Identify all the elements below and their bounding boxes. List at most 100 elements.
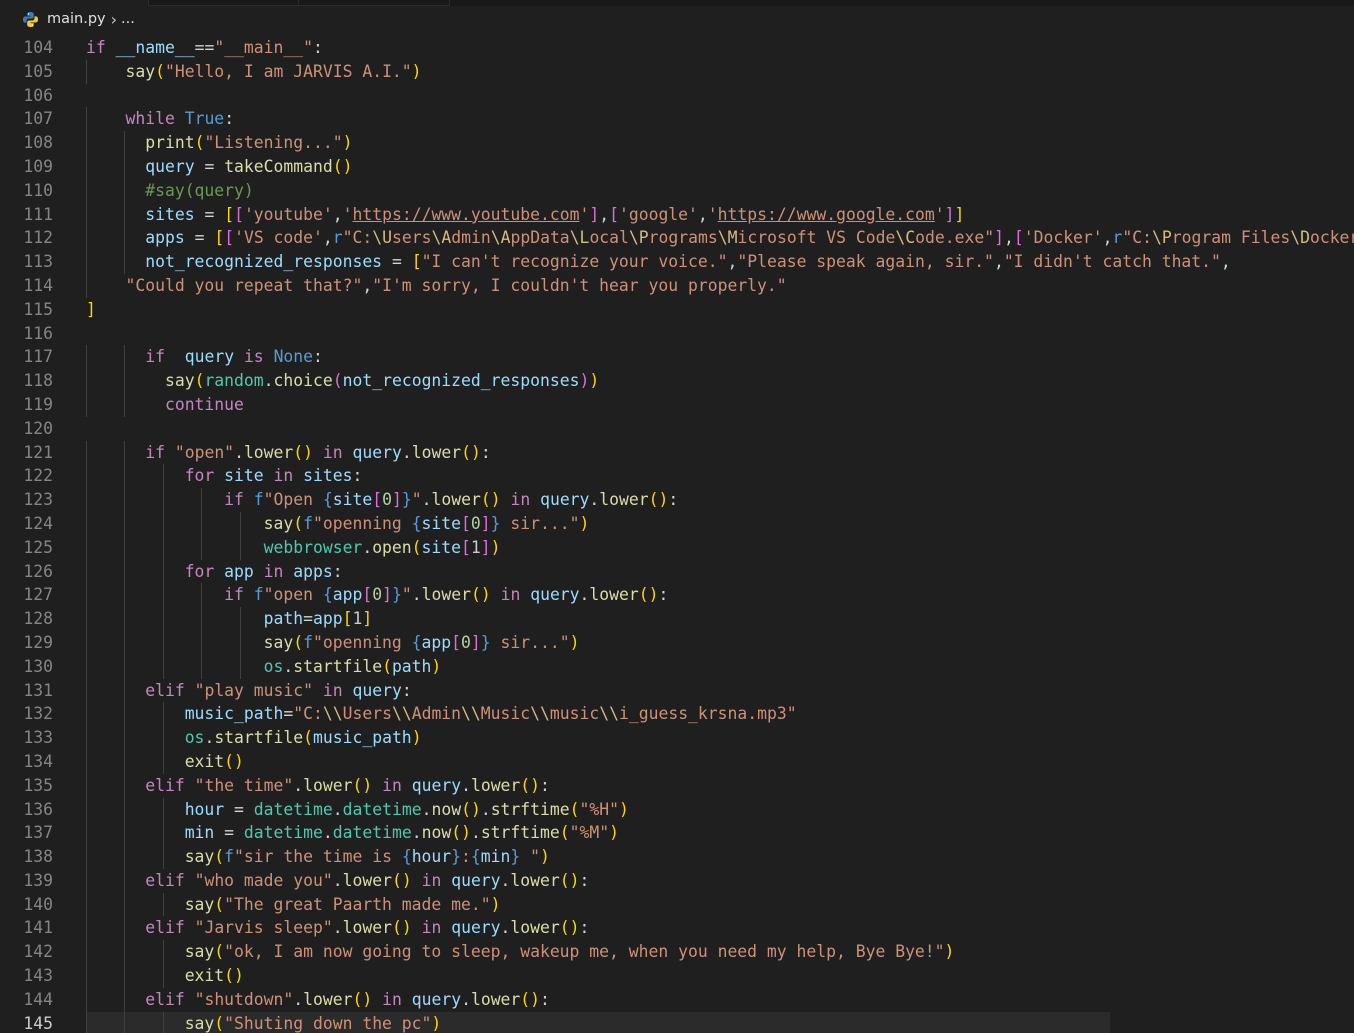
line-number: 121 <box>23 442 53 462</box>
code-line[interactable]: 129 say(f"openning {app[0]} sir...") <box>0 630 1354 655</box>
line-number: 116 <box>23 323 53 343</box>
code-line[interactable]: 123 if f"Open {site[0]}".lower() in quer… <box>0 488 1354 512</box>
code-line[interactable]: 115] <box>0 298 1354 322</box>
code-line[interactable]: 137 min = datetime.datetime.now().strfti… <box>0 821 1354 846</box>
breadcrumb: main.py › ... <box>0 6 1354 32</box>
line-code: os.startfile(path) <box>263 656 442 676</box>
line-number: 143 <box>23 966 53 986</box>
line-code: query = takeCommand() <box>145 156 353 176</box>
line-code: webbrowser.open(site[1]) <box>263 537 501 557</box>
code-line[interactable]: 124 say(f"openning {site[0]} sir...") <box>0 511 1354 536</box>
code-line[interactable]: 145 say("Shuting down the pc") <box>0 1011 1354 1033</box>
code-line[interactable]: 118 say(random.choice(not_recognized_res… <box>0 369 1354 393</box>
breadcrumb-symbols[interactable]: ... <box>121 11 135 27</box>
code-line[interactable]: 136 hour = datetime.datetime.now().strft… <box>0 797 1354 822</box>
code-line[interactable]: 120 <box>0 417 1354 441</box>
line-number: 109 <box>23 156 53 176</box>
code-line[interactable]: 113 not_recognized_responses = ["I can't… <box>0 250 1354 274</box>
code-line[interactable]: 106 <box>0 84 1354 108</box>
line-number: 138 <box>23 847 53 867</box>
line-code: say(f"openning {app[0]} sir...") <box>263 632 580 652</box>
line-code: os.startfile(music_path) <box>184 728 422 748</box>
code-line[interactable]: 111 sites = [['youtube','https://www.you… <box>0 202 1354 227</box>
line-code: "Could you repeat that?","I'm sorry, I c… <box>125 275 787 295</box>
line-code: elif "the time".lower() in query.lower()… <box>145 775 550 795</box>
line-code: for site in sites: <box>184 466 363 486</box>
line-code: if f"open {app[0]}".lower() in query.low… <box>224 585 669 605</box>
line-code: continue <box>164 394 244 414</box>
code-line[interactable]: 134 exit() <box>0 749 1354 774</box>
code-line[interactable]: 119 continue <box>0 392 1354 417</box>
line-code: min = datetime.datetime.now().strftime("… <box>184 823 619 843</box>
code-line[interactable]: 127 if f"open {app[0]}".lower() in query… <box>0 583 1354 608</box>
line-number: 140 <box>23 894 53 914</box>
code-line[interactable]: 143 exit() <box>0 964 1354 988</box>
line-code: not_recognized_responses = ["I can't rec… <box>145 252 1231 272</box>
line-number: 104 <box>23 38 53 57</box>
line-code: elif "who made you".lower() in query.low… <box>145 870 590 890</box>
line-code: ] <box>86 299 96 319</box>
line-number: 115 <box>23 299 53 319</box>
line-number: 110 <box>23 180 53 200</box>
line-code: elif "shutdown".lower() in query.lower()… <box>145 989 550 1009</box>
code-line[interactable]: 114 "Could you repeat that?","I'm sorry,… <box>0 273 1354 298</box>
code-line[interactable]: 105 say("Hello, I am JARVIS A.I.") <box>0 59 1354 84</box>
breadcrumb-separator: › <box>110 9 118 29</box>
code-line[interactable]: 132 music_path="C:\\Users\\Admin\\Music\… <box>0 702 1354 727</box>
code-line[interactable]: 128 path=app[1] <box>0 607 1354 631</box>
line-code: exit() <box>184 751 244 771</box>
code-line[interactable]: 109 query = takeCommand() <box>0 154 1354 179</box>
line-code: say("Hello, I am JARVIS A.I.") <box>125 61 422 81</box>
line-code: print("Listening...") <box>145 133 353 153</box>
line-number: 129 <box>23 632 53 652</box>
line-number: 107 <box>23 109 53 129</box>
line-number: 131 <box>23 680 53 700</box>
code-line[interactable]: 135 elif "the time".lower() in query.low… <box>0 773 1354 798</box>
code-line[interactable]: 117 if query is None: <box>0 345 1354 370</box>
line-number: 128 <box>23 609 53 629</box>
code-line[interactable]: 121 if "open".lower() in query.lower(): <box>0 440 1354 465</box>
code-line[interactable]: 139 elif "who made you".lower() in query… <box>0 868 1354 893</box>
line-number: 125 <box>23 537 53 557</box>
code-line[interactable]: 141 elif "Jarvis sleep".lower() in query… <box>0 916 1354 941</box>
line-number: 105 <box>23 61 53 81</box>
code-line[interactable]: 142 say("ok, I am now going to sleep, wa… <box>0 940 1354 965</box>
code-line[interactable]: 131 elif "play music" in query: <box>0 678 1354 703</box>
line-number: 119 <box>23 394 53 414</box>
code-line[interactable]: 138 say(f"sir the time is {hour}:{min} "… <box>0 845 1354 869</box>
code-line[interactable]: 110 #say(query) <box>0 178 1354 203</box>
line-number: 122 <box>23 466 53 486</box>
line-code: if "open".lower() in query.lower(): <box>145 442 491 462</box>
line-number: 137 <box>23 823 53 843</box>
code-line[interactable]: 126 for app in apps: <box>0 559 1354 584</box>
line-number: 135 <box>23 775 53 795</box>
python-file-icon <box>22 11 39 28</box>
code-editor[interactable]: 104 if __name__=="__main__": 105 say("Hell… <box>0 36 1354 1033</box>
line-code: apps = [['VS code',r"C:\Users\Admin\AppD… <box>145 228 1354 248</box>
code-line[interactable]: 125 webbrowser.open(site[1]) <box>0 535 1354 560</box>
line-number: 123 <box>23 490 53 510</box>
line-number: 126 <box>23 561 53 581</box>
line-code: hour = datetime.datetime.now().strftime(… <box>184 799 629 819</box>
code-line[interactable]: 133 os.startfile(music_path) <box>0 726 1354 750</box>
line-code: elif "play music" in query: <box>145 680 412 700</box>
code-line[interactable]: 122 for site in sites: <box>0 464 1354 489</box>
code-line[interactable]: 107 while True: <box>0 107 1354 132</box>
line-number: 136 <box>23 799 53 819</box>
line-code: elif "Jarvis sleep".lower() in query.low… <box>145 918 590 938</box>
code-line[interactable]: 104 if __name__=="__main__": <box>0 36 1354 60</box>
code-line[interactable]: 144 elif "shutdown".lower() in query.low… <box>0 987 1354 1012</box>
line-number: 144 <box>23 989 53 1009</box>
code-line[interactable]: 112 apps = [['VS code',r"C:\Users\Admin\… <box>0 226 1354 251</box>
line-code: say(f"openning {site[0]} sir...") <box>263 513 590 533</box>
code-line[interactable]: 116 <box>0 322 1354 346</box>
line-number: 127 <box>23 585 53 605</box>
code-line[interactable]: 140 say("The great Paarth made me.") <box>0 892 1354 917</box>
line-number: 124 <box>23 513 53 533</box>
code-line[interactable]: 130 os.startfile(path) <box>0 654 1354 679</box>
line-number: 108 <box>23 133 53 153</box>
line-number: 145 <box>23 1013 53 1033</box>
breadcrumb-file[interactable]: main.py <box>47 11 106 27</box>
line-number: 117 <box>23 347 53 367</box>
code-line[interactable]: 108 print("Listening...") <box>0 131 1354 155</box>
